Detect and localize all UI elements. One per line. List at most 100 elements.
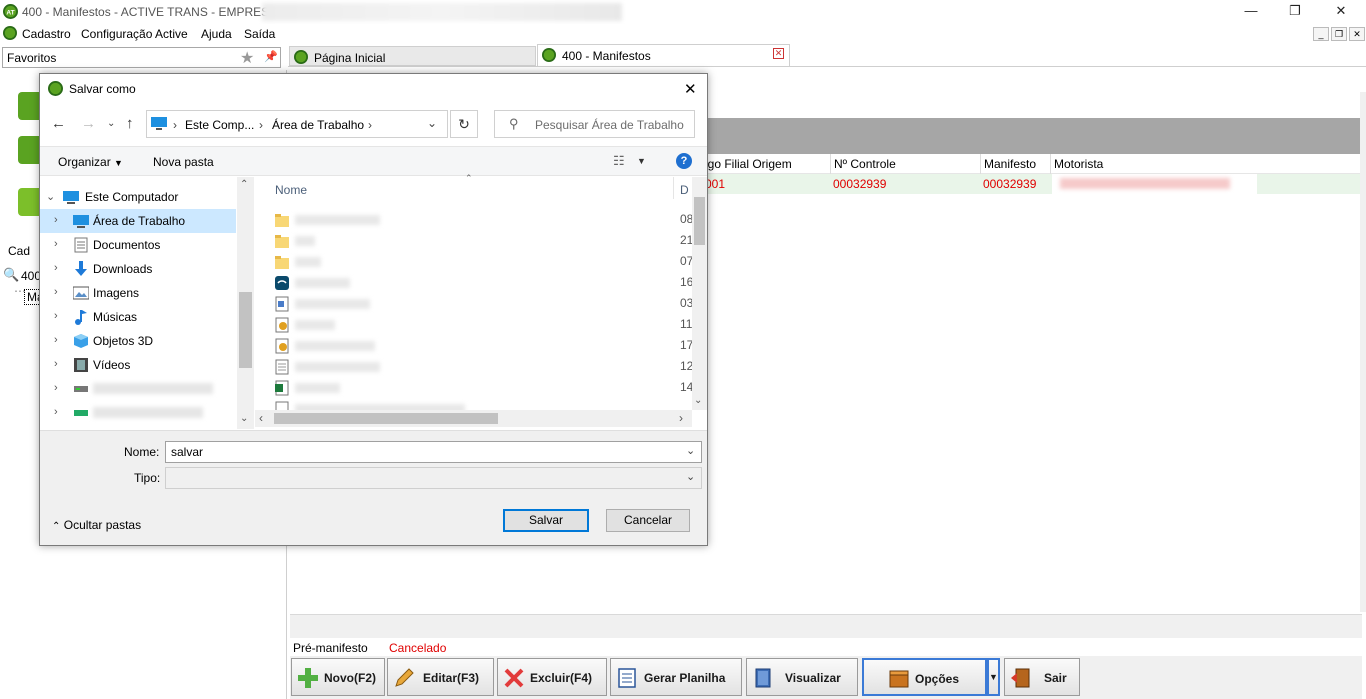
file-row[interactable]: 11 [275, 314, 692, 335]
col-data[interactable]: D [680, 183, 689, 197]
menu-ajuda[interactable]: Ajuda [201, 27, 232, 41]
tree-item-musicas[interactable]: › Músicas [40, 305, 236, 329]
tree-collapsed-icon[interactable]: › [54, 214, 58, 226]
tree-collapsed-icon[interactable]: › [54, 238, 58, 250]
opcoes-button[interactable]: Opções [862, 658, 987, 696]
search-box[interactable]: ⚲ Pesquisar Área de Trabalho [494, 110, 695, 138]
mdi-minimize-button[interactable]: _ [1313, 27, 1329, 41]
close-button[interactable]: ✕ [1318, 0, 1364, 24]
addr-segment-computer[interactable]: Este Comp... [185, 118, 254, 132]
tree-collapsed-icon[interactable]: › [54, 382, 58, 394]
tipo-select[interactable]: ⌄ [165, 467, 702, 489]
scroll-down-icon[interactable]: ⌄ [240, 413, 248, 424]
opcoes-dropdown-button[interactable]: ▼ [987, 658, 1000, 696]
back-arrow-icon[interactable]: ← [51, 115, 66, 132]
col-manifesto[interactable]: Manifesto [984, 157, 1036, 171]
mdi-close-button[interactable]: ✕ [1349, 27, 1365, 41]
cancelar-button[interactable]: Cancelar [606, 509, 690, 532]
tipo-dropdown-icon[interactable]: ⌄ [686, 470, 695, 483]
nova-pasta-button[interactable]: Nova pasta [153, 155, 214, 169]
menu-cadastro[interactable]: Cadastro [22, 27, 71, 41]
ocultar-pastas-button[interactable]: ⌃ Ocultar pastas [52, 518, 141, 532]
menu-saida[interactable]: Saída [244, 27, 275, 41]
scroll-left-icon[interactable]: ‹ [259, 411, 263, 425]
mdi-restore-button[interactable]: ❐ [1331, 27, 1347, 41]
sair-button[interactable]: Sair [1004, 658, 1080, 696]
novo-button[interactable]: Novo(F2) [291, 658, 385, 696]
organizar-button[interactable]: Organizar ▼ [58, 155, 123, 169]
book-icon [755, 668, 771, 688]
gerar-planilha-button[interactable]: Gerar Planilha [610, 658, 742, 696]
file-row[interactable]: 12 [275, 356, 693, 377]
view-dropdown-icon[interactable]: ▼ [637, 156, 646, 166]
files-vertical-scrollbar[interactable]: ⌄ [692, 177, 707, 410]
tree-item-documentos[interactable]: › Documentos [40, 233, 236, 257]
tree-item-objetos-3d[interactable]: › Objetos 3D [40, 329, 236, 353]
scroll-up-icon[interactable]: ⌃ [240, 179, 248, 190]
status-bar [290, 614, 1362, 638]
forward-arrow-icon[interactable]: → [81, 115, 96, 132]
view-options-icon[interactable]: ☷ [613, 153, 625, 169]
help-icon[interactable]: ? [676, 153, 692, 169]
salvar-button[interactable]: Salvar [503, 509, 589, 532]
pin-icon[interactable]: 📌 [264, 50, 278, 63]
menu-configuracao[interactable]: Configuração Active [81, 27, 188, 41]
tree-collapsed-icon[interactable]: › [54, 286, 58, 298]
scroll-right-icon[interactable]: › [679, 411, 683, 425]
file-row[interactable]: 17 [275, 335, 693, 356]
excluir-button[interactable]: Excluir(F4) [497, 658, 607, 696]
col-controle[interactable]: Nº Controle [834, 157, 896, 171]
file-row[interactable]: 08 [275, 209, 693, 230]
tree-item-videos[interactable]: › Vídeos [40, 353, 236, 377]
tree-collapsed-icon[interactable]: › [54, 406, 58, 418]
tree-collapsed-icon[interactable]: › [54, 310, 58, 322]
scroll-down-icon[interactable]: ⌄ [694, 395, 702, 406]
file-row[interactable]: 14 [275, 377, 693, 398]
minimize-button[interactable]: — [1228, 0, 1274, 24]
restore-button[interactable]: ❐ [1272, 0, 1318, 24]
files-hscroll-thumb[interactable] [274, 413, 498, 424]
nome-input[interactable]: salvar ⌄ [165, 441, 702, 463]
tree-scrollbar[interactable]: ⌃ ⌄ [237, 177, 254, 429]
col-filial-origem[interactable]: igo Filial Origem [705, 157, 792, 171]
tree-collapsed-icon[interactable]: › [54, 358, 58, 370]
tab-manifestos[interactable]: 400 - Manifestos ✕ [537, 44, 790, 66]
nome-dropdown-icon[interactable]: ⌄ [686, 444, 695, 457]
files-vscroll-thumb[interactable] [694, 197, 705, 245]
tab-home[interactable]: Página Inicial [289, 46, 536, 66]
addr-segment-desktop[interactable]: Área de Trabalho [272, 118, 364, 132]
col-motorista[interactable]: Motorista [1054, 157, 1103, 171]
tree-item-drive-2[interactable]: › [40, 401, 236, 425]
file-row[interactable]: 21 [275, 230, 693, 251]
organizar-label: Organizar [58, 155, 111, 169]
tree-expanded-icon[interactable]: ⌄ [46, 190, 55, 203]
editar-button[interactable]: Editar(F3) [387, 658, 494, 696]
dialog-close-button[interactable]: ✕ [684, 80, 697, 98]
address-dropdown-icon[interactable]: ⌄ [427, 116, 437, 130]
recent-chevron-icon[interactable]: ⌄ [107, 118, 115, 129]
tree-collapsed-icon[interactable]: › [54, 262, 58, 274]
tree-item-este-computador[interactable]: ⌄ Este Computador [40, 185, 236, 209]
tab-close-icon[interactable]: ✕ [773, 48, 784, 59]
refresh-button[interactable]: ↻ [450, 110, 478, 138]
tree-scroll-thumb[interactable] [239, 292, 252, 368]
tree-collapsed-icon[interactable]: › [54, 334, 58, 346]
file-row[interactable]: 03 [275, 293, 693, 314]
dialog-logo-icon [48, 81, 63, 96]
star-icon[interactable]: ★ [240, 48, 254, 68]
address-bar[interactable]: › Este Comp... › Área de Trabalho › ⌄ [146, 110, 448, 138]
tree-item-downloads[interactable]: › Downloads [40, 257, 236, 281]
up-arrow-icon[interactable]: ↑ [126, 115, 134, 132]
file-row[interactable]: 04 [275, 398, 675, 410]
tree-item-drive-1[interactable]: › [40, 377, 236, 401]
file-row[interactable]: 07 [275, 251, 693, 272]
file-name-redacted [295, 299, 370, 309]
file-row[interactable]: 16 [275, 272, 693, 293]
tree-item-area-de-trabalho[interactable]: › Área de Trabalho [40, 209, 236, 233]
content-scrollbar[interactable] [1360, 92, 1366, 612]
favorites-box[interactable]: Favoritos ★ 📌 [2, 47, 281, 68]
visualizar-button[interactable]: Visualizar [746, 658, 858, 696]
col-nome[interactable]: Nome [275, 183, 307, 197]
tree-item-imagens[interactable]: › Imagens [40, 281, 236, 305]
files-horizontal-scrollbar[interactable]: ‹ › [255, 410, 692, 427]
